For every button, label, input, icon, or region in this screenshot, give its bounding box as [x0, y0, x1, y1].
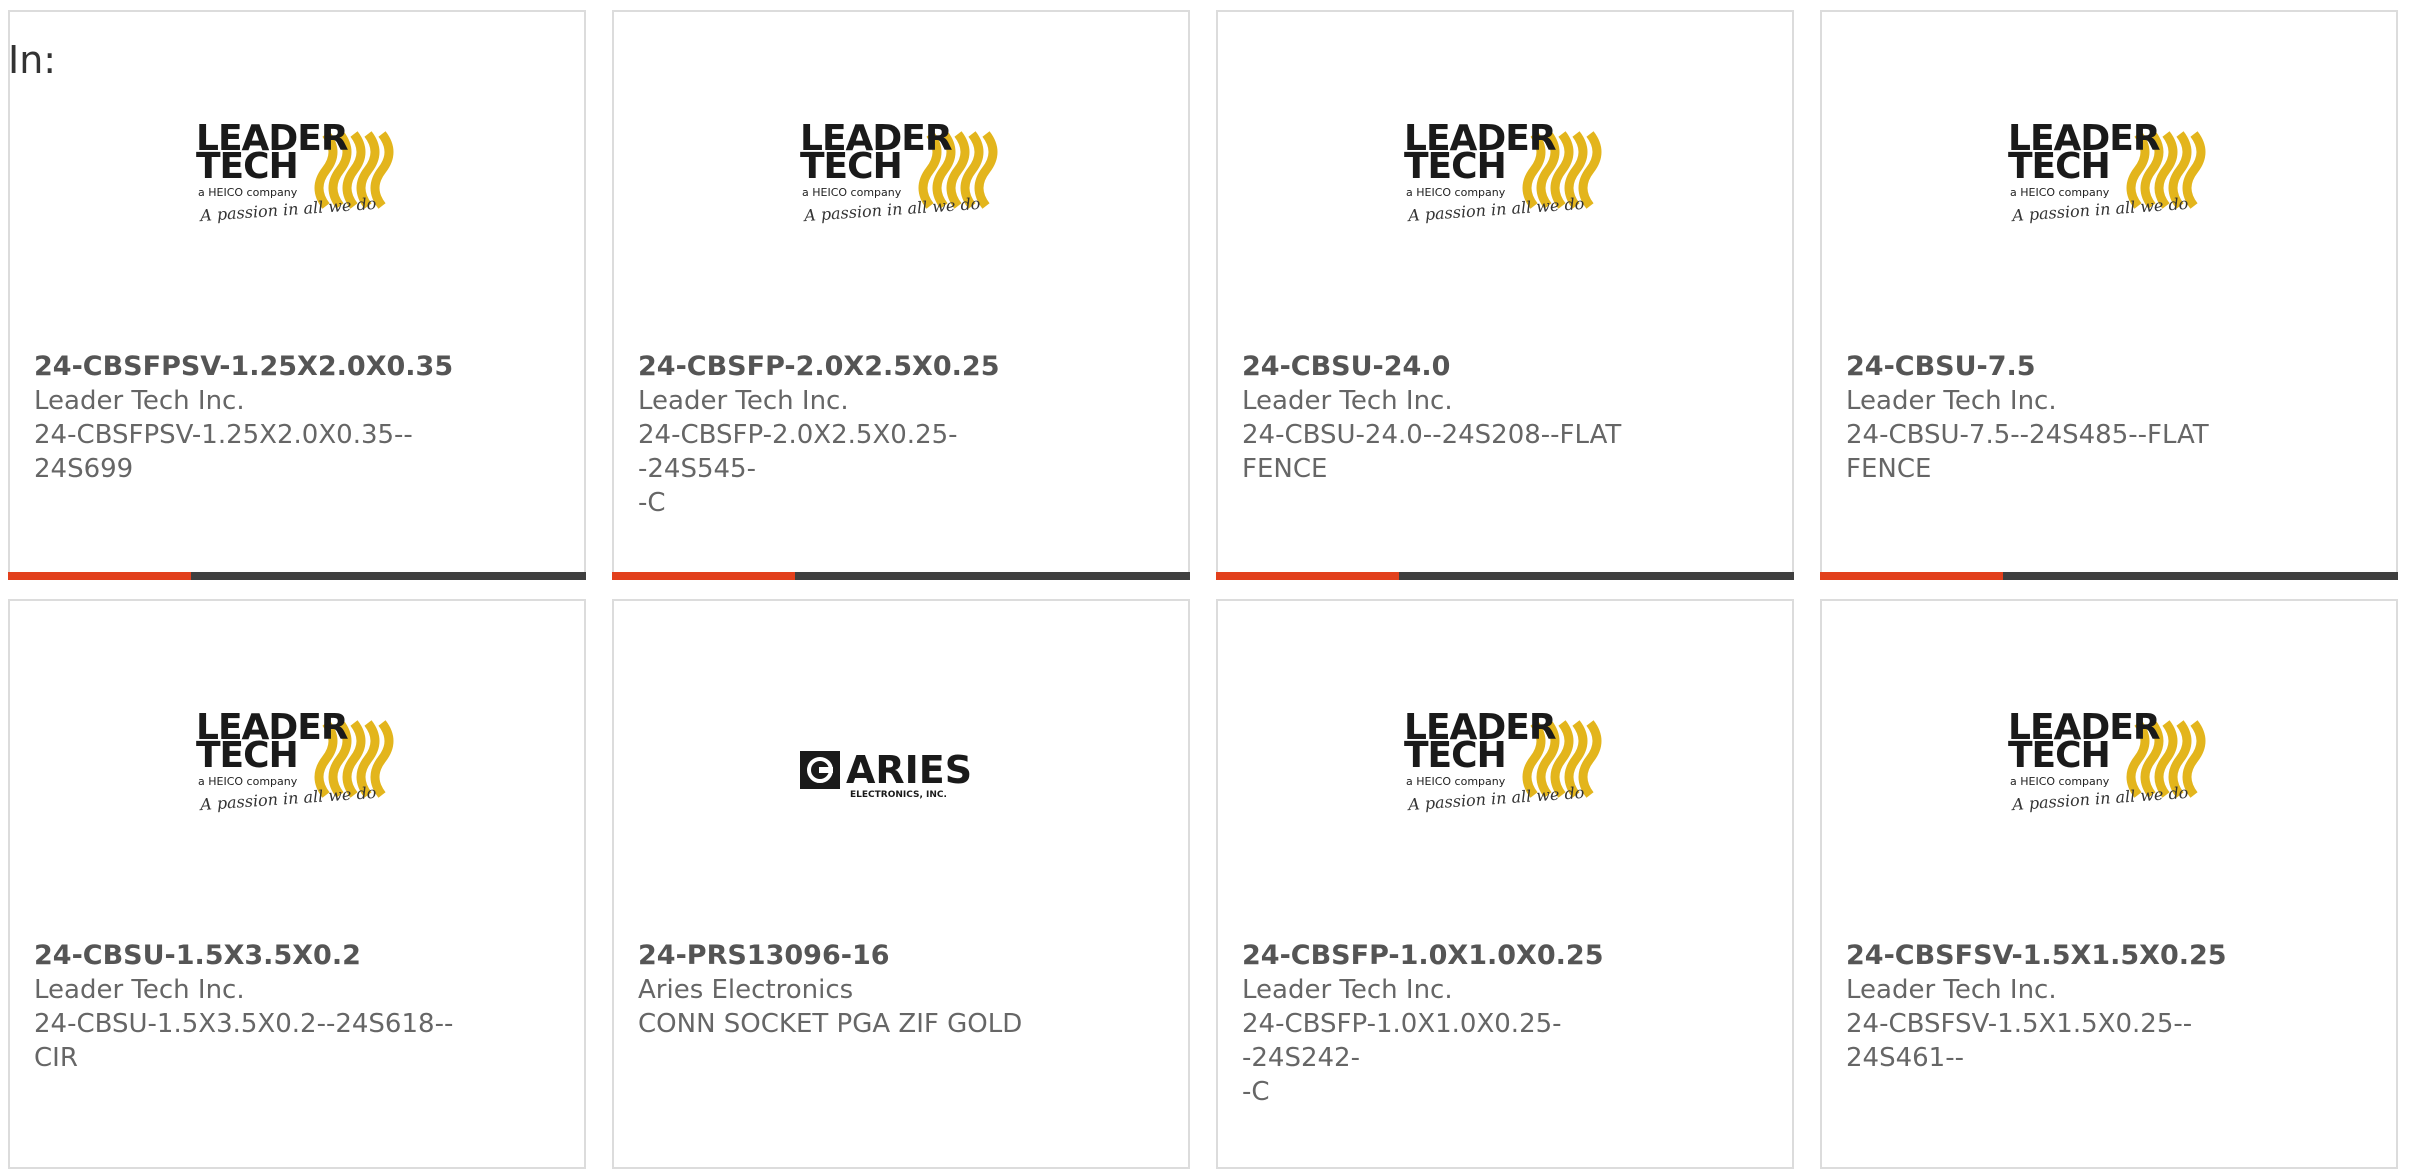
card-bar-accent — [1820, 572, 2003, 580]
leader-tech-logo: LEADER TECH a HEICO company A passion in… — [2008, 121, 2218, 232]
leader-tech-logo: LEADER TECH a HEICO company A passion in… — [800, 121, 1010, 232]
product-card[interactable]: LEADER TECH a HEICO company A passion in… — [1820, 10, 2398, 580]
manufacturer: Leader Tech Inc. — [1846, 975, 2057, 1005]
card-bar — [1820, 572, 2398, 580]
leader-tech-logo: LEADER TECH a HEICO company A passion in… — [196, 710, 406, 821]
part-number[interactable]: 24-CBSFP-1.0X1.0X0.25 — [1242, 939, 1662, 973]
product-card[interactable]: LEADER TECH a HEICO company A passion in… — [1216, 599, 1794, 1169]
leader-tech-logo: LEADER TECH a HEICO company A passion in… — [196, 121, 406, 232]
svg-text:ARIES: ARIES — [846, 748, 972, 792]
card-bar — [612, 572, 1190, 580]
product-card[interactable]: ARIES ELECTRONICS, INC. 24-PRS13096-16 A… — [612, 599, 1190, 1169]
part-number[interactable]: 24-CBSFSV-1.5X1.5X0.25 — [1846, 939, 2266, 973]
product-card[interactable]: LEADER TECH a HEICO company A passion in… — [1820, 599, 2398, 1169]
product-card[interactable]: LEADER TECH a HEICO company A passion in… — [1216, 10, 1794, 580]
description-line: 24-CBSFP-2.0X2.5X0.25--24S545- — [638, 420, 958, 484]
manufacturer: Leader Tech Inc. — [1242, 975, 1453, 1005]
manufacturer: Leader Tech Inc. — [34, 975, 245, 1005]
svg-text:ELECTRONICS, INC.: ELECTRONICS, INC. — [850, 790, 947, 800]
part-number[interactable]: 24-CBSU-7.5 — [1846, 350, 2266, 384]
description-line: FENCE — [1846, 454, 1932, 484]
manufacturer: Aries Electronics — [638, 975, 854, 1005]
description-line: -C — [638, 488, 666, 518]
manufacturer: Leader Tech Inc. — [1242, 386, 1453, 416]
description-line: CONN SOCKET PGA ZIF GOLD — [638, 1009, 1023, 1039]
description-line: 24-CBSU-7.5--24S485--FLAT — [1846, 420, 2209, 450]
part-number[interactable]: 24-CBSU-24.0 — [1242, 350, 1662, 384]
card-bar — [8, 572, 586, 580]
part-number[interactable]: 24-PRS13096-16 — [638, 939, 1058, 973]
card-bar-accent — [612, 572, 795, 580]
aries-logo: ARIES ELECTRONICS, INC. — [800, 711, 1010, 821]
part-number[interactable]: 24-CBSFPSV-1.25X2.0X0.35 — [34, 350, 454, 384]
product-card[interactable]: LEADER TECH a HEICO company A passion in… — [8, 10, 586, 580]
leader-tech-logo: LEADER TECH a HEICO company A passion in… — [2008, 710, 2218, 821]
card-bar — [1216, 572, 1794, 580]
leader-tech-logo: LEADER TECH a HEICO company A passion in… — [1404, 710, 1614, 821]
manufacturer: Leader Tech Inc. — [638, 386, 849, 416]
part-number[interactable]: 24-CBSFP-2.0X2.5X0.25 — [638, 350, 1058, 384]
product-card[interactable]: LEADER TECH a HEICO company A passion in… — [612, 10, 1190, 580]
product-card[interactable]: LEADER TECH a HEICO company A passion in… — [8, 599, 586, 1169]
card-bar-accent — [8, 572, 191, 580]
card-bar-accent — [1216, 572, 1399, 580]
description-line: 24-CBSFPSV-1.25X2.0X0.35-- — [34, 420, 413, 450]
description-line: 24-CBSFSV-1.5X1.5X0.25-- — [1846, 1009, 2193, 1039]
description-line: FENCE — [1242, 454, 1328, 484]
description-line: 24S461-- — [1846, 1043, 1964, 1073]
description-line: CIR — [34, 1043, 78, 1073]
description-line: 24-CBSU-1.5X3.5X0.2--24S618-- — [34, 1009, 454, 1039]
part-number[interactable]: 24-CBSU-1.5X3.5X0.2 — [34, 939, 454, 973]
manufacturer: Leader Tech Inc. — [34, 386, 245, 416]
description-line: 24-CBSFP-1.0X1.0X0.25--24S242- — [1242, 1009, 1562, 1073]
filter-in-label: In: — [8, 38, 57, 82]
description-line: 24S699 — [34, 454, 134, 484]
manufacturer: Leader Tech Inc. — [1846, 386, 2057, 416]
leader-tech-logo: LEADER TECH a HEICO company A passion in… — [1404, 121, 1614, 232]
description-line: 24-CBSU-24.0--24S208--FLAT — [1242, 420, 1622, 450]
description-line: -C — [1242, 1077, 1270, 1107]
